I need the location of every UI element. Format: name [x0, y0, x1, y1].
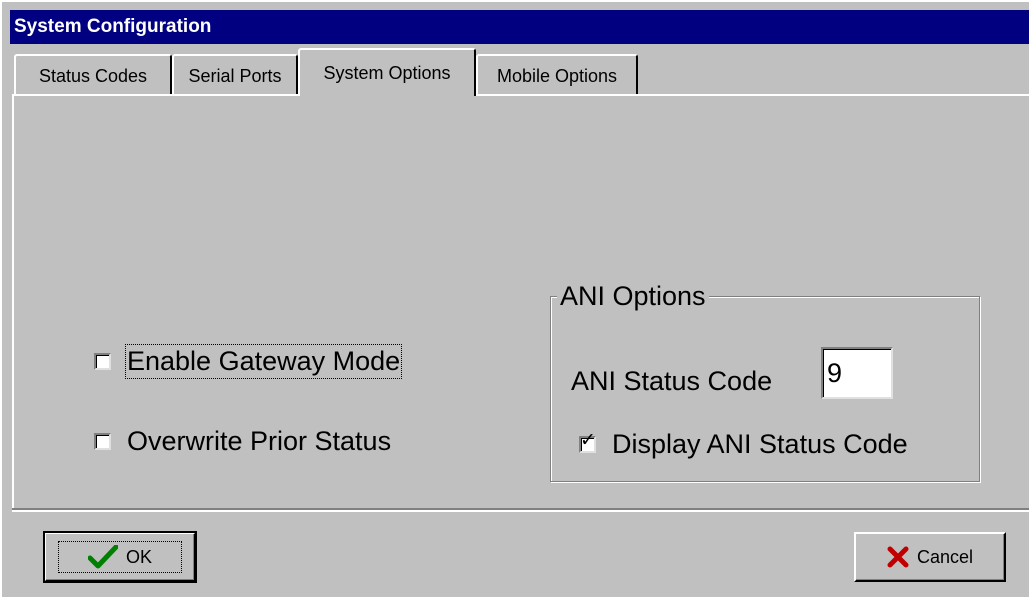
- system-configuration-window: System Configuration Status Codes Serial…: [0, 0, 1029, 597]
- tab-label: System Options: [323, 63, 451, 83]
- tab-serial-ports[interactable]: Serial Ports: [172, 54, 298, 94]
- tab-label: Serial Ports: [188, 66, 282, 86]
- display-ani-status-code-label[interactable]: Display ANI Status Code: [612, 429, 908, 460]
- title-bar: System Configuration: [10, 10, 1029, 44]
- tab-panel-system-options: Enable Gateway Mode Overwrite Prior Stat…: [12, 94, 1029, 508]
- cancel-button-label: Cancel: [916, 546, 974, 567]
- overwrite-prior-status-label[interactable]: Overwrite Prior Status: [127, 426, 391, 457]
- ani-status-code-label: ANI Status Code: [571, 366, 773, 396]
- enable-gateway-mode-checkbox[interactable]: [94, 353, 111, 370]
- tab-status-codes[interactable]: Status Codes: [14, 54, 172, 94]
- checkmark-icon: ✓: [580, 430, 596, 451]
- enable-gateway-mode-label[interactable]: Enable Gateway Mode: [124, 344, 403, 379]
- checkmark-icon: [87, 545, 118, 569]
- tab-label: Status Codes: [38, 66, 148, 86]
- display-ani-status-code-checkbox[interactable]: ✓: [579, 431, 596, 453]
- overwrite-prior-status-checkbox[interactable]: [94, 433, 111, 450]
- ok-button[interactable]: OK: [43, 531, 197, 583]
- ok-button-label: OK: [125, 546, 152, 567]
- ok-button-focus-frame: OK: [58, 541, 182, 573]
- cancel-button[interactable]: Cancel: [854, 532, 1006, 582]
- bottom-divider: [12, 508, 1029, 512]
- window-title: System Configuration: [14, 16, 212, 37]
- display-ani-status-code-option[interactable]: ✓ Display ANI Status Code: [579, 429, 908, 460]
- ani-status-code-input[interactable]: [821, 347, 893, 399]
- tab-label: Mobile Options: [496, 66, 618, 86]
- ani-options-group: ANI Options ANI Status Code ✓ Display AN…: [550, 278, 980, 482]
- ani-options-title: ANI Options: [557, 278, 709, 314]
- enable-gateway-mode-option[interactable]: Enable Gateway Mode: [94, 344, 403, 379]
- overwrite-prior-status-option[interactable]: Overwrite Prior Status: [94, 426, 391, 457]
- x-icon: [887, 546, 909, 568]
- tab-system-options[interactable]: System Options: [298, 48, 476, 96]
- tab-mobile-options[interactable]: Mobile Options: [476, 54, 638, 94]
